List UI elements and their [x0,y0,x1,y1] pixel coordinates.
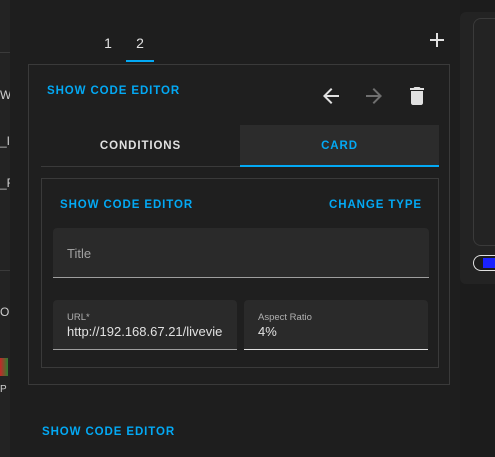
show-code-editor-button[interactable]: SHOW CODE EDITOR [47,85,180,97]
conditional-card-editor: SHOW CODE EDITOR CONDITIONS CARD SHOW CO… [28,64,450,385]
left-fragment-text: O [0,305,10,319]
tab-1[interactable]: 1 [92,24,124,62]
card-editor: 1 2 SHOW CODE EDITOR CONDITIONS CARD SHO… [10,0,460,457]
url-field[interactable]: URL* http://192.168.67.21/livevie [53,300,237,350]
title-placeholder: Title [67,246,92,261]
tab-conditions[interactable]: CONDITIONS [41,125,240,166]
tab-card[interactable]: CARD [240,125,439,167]
card-tabs: 1 2 [92,24,156,62]
preview-frame [473,18,495,246]
conditions-card-toggle: CONDITIONS CARD [41,125,439,167]
aspect-ratio-field[interactable]: Aspect Ratio 4% [244,300,428,350]
show-code-editor-button[interactable]: SHOW CODE EDITOR [60,199,193,211]
change-type-button[interactable]: CHANGE TYPE [329,199,422,211]
arrow-right-icon[interactable] [362,84,386,108]
title-field[interactable]: Title [53,228,429,278]
left-fragment-text: P [0,384,7,395]
arrow-left-icon[interactable] [319,84,343,108]
left-fragment-text: _I [0,134,11,148]
delete-icon[interactable] [405,84,429,108]
toggle-switch[interactable] [473,255,495,271]
url-label: URL* [67,312,90,323]
divider [0,270,10,271]
color-bar [0,358,8,376]
page: W _I _F O P 1 2 SHOW CODE EDITOR CONDITI… [0,0,495,457]
url-value: http://192.168.67.21/livevie [67,324,223,339]
picture-card-editor: SHOW CODE EDITOR CHANGE TYPE Title URL* … [41,178,439,368]
aspect-ratio-value: 4% [258,324,277,339]
plus-icon[interactable] [428,31,446,49]
toggle-fill [483,258,495,268]
background-panel-left: W _I _F O P [0,0,14,457]
show-code-editor-button[interactable]: SHOW CODE EDITOR [42,426,175,438]
tab-2[interactable]: 2 [124,24,156,62]
divider [0,52,10,53]
aspect-ratio-label: Aspect Ratio [258,312,312,323]
